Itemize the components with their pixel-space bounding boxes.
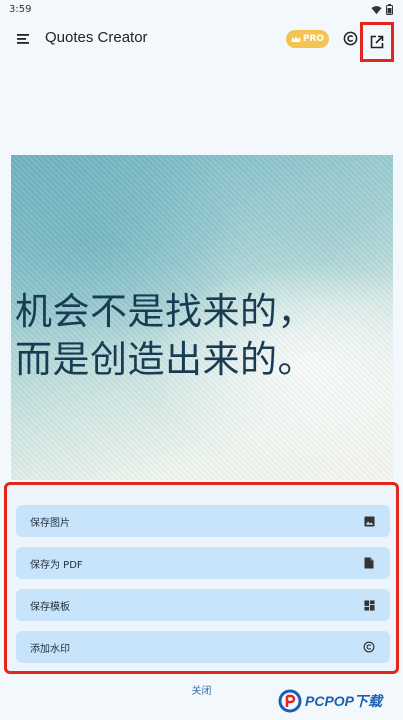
save-pdf-label: 保存为 PDF <box>30 559 83 571</box>
app-bar: Quotes Creator PRO <box>0 22 403 62</box>
pro-badge[interactable]: PRO <box>286 30 329 48</box>
quote-text: 机会不是找来的， 而是创造出来的。 <box>15 288 391 384</box>
watermark-text: PCPOP下载 <box>305 693 383 709</box>
copyright-icon <box>362 640 376 654</box>
save-image-label: 保存图片 <box>30 517 70 529</box>
save-options-sheet: 保存图片 保存为 PDF 保存模板 添加水印 <box>4 482 399 674</box>
add-watermark-button[interactable]: 添加水印 <box>16 631 390 663</box>
copyright-button[interactable] <box>340 28 360 48</box>
crown-icon <box>291 36 301 42</box>
image-icon <box>362 514 376 528</box>
wifi-icon <box>371 5 382 14</box>
save-pdf-button[interactable]: 保存为 PDF <box>16 547 390 579</box>
site-watermark: PCPOP下载 <box>278 683 402 719</box>
copyright-icon <box>343 31 357 45</box>
save-template-button[interactable]: 保存模板 <box>16 589 390 621</box>
quote-line: 机会不是找来的， <box>15 290 315 333</box>
status-icons <box>371 4 393 15</box>
open-external-icon <box>370 35 384 49</box>
menu-button[interactable] <box>12 28 34 50</box>
menu-icon <box>17 34 29 44</box>
template-icon <box>362 598 376 612</box>
save-image-button[interactable]: 保存图片 <box>16 505 390 537</box>
pcpop-logo-icon <box>278 689 302 713</box>
save-template-label: 保存模板 <box>30 601 70 613</box>
pro-badge-label: PRO <box>302 34 325 44</box>
add-watermark-label: 添加水印 <box>30 643 70 655</box>
battery-icon <box>386 4 393 15</box>
share-button[interactable] <box>360 22 394 62</box>
quote-line: 而是创造出来的。 <box>15 338 315 381</box>
quote-preview-image: 机会不是找来的， 而是创造出来的。 <box>11 155 393 480</box>
status-time: 3:59 <box>9 4 32 15</box>
document-icon <box>362 556 376 570</box>
app-title: Quotes Creator <box>45 29 148 46</box>
status-bar: 3:59 <box>0 0 403 22</box>
